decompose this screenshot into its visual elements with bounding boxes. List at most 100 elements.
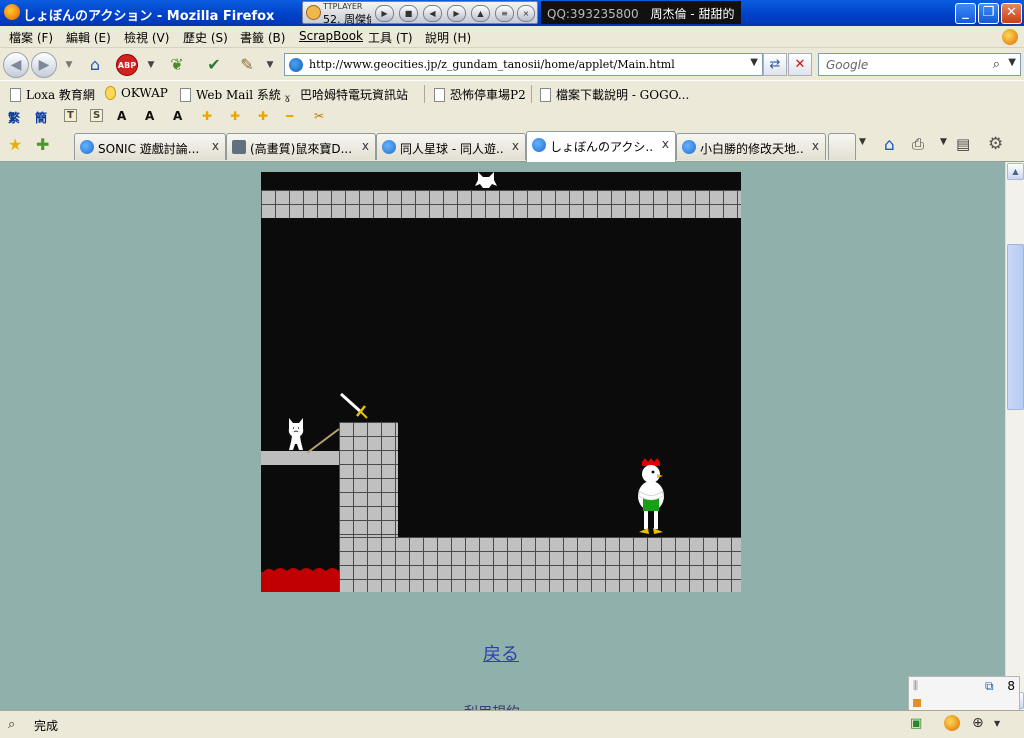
font-smaller-button[interactable]: A: [145, 109, 154, 123]
prev-icon[interactable]: ◀: [423, 5, 442, 22]
page-menu-icon[interactable]: ▤: [956, 135, 970, 153]
add-bookmark-icon[interactable]: ✚: [36, 135, 49, 154]
zoom-dropdown-icon[interactable]: ▼: [994, 719, 1000, 728]
okwap-icon: [105, 86, 116, 100]
url-dropdown-icon[interactable]: ▼: [750, 57, 758, 68]
menu-bookmarks[interactable]: 書籤 (B): [240, 29, 285, 46]
back-link[interactable]: 戻る: [483, 640, 519, 666]
tab-close-icon[interactable]: x: [812, 139, 819, 153]
tab-home-icon[interactable]: ⌂: [884, 135, 895, 155]
tab-favicon: [232, 140, 246, 154]
menu-view[interactable]: 檢視 (V): [124, 29, 169, 46]
t-button[interactable]: T: [64, 109, 77, 122]
terms-link[interactable]: 利用規約: [464, 702, 520, 710]
plus-t-icon[interactable]: ✚: [230, 109, 240, 123]
bookmark-separator: [424, 85, 425, 103]
scroll-thumb[interactable]: [1007, 244, 1024, 410]
tab-close-icon[interactable]: x: [662, 137, 669, 151]
tools-icon[interactable]: ✎: [236, 54, 258, 76]
tab-favicon: [532, 138, 546, 152]
search-box[interactable]: Google ⌕ ▼: [818, 53, 1021, 76]
search-icon[interactable]: ⌕: [993, 57, 1000, 72]
bookmark-item[interactable]: Loxa 教育網: [10, 86, 95, 103]
tools-dropdown-icon[interactable]: ▼: [259, 54, 281, 76]
bookmark-label: OKWAP: [121, 86, 168, 100]
play-icon[interactable]: ▶: [375, 5, 394, 22]
bookmark-label: 恐怖停車場P2: [450, 88, 526, 102]
s-button[interactable]: S: [90, 109, 104, 122]
home-icon[interactable]: ⌂: [84, 54, 106, 76]
reload-button[interactable]: ⇄: [763, 53, 787, 76]
maximize-button[interactable]: ❐: [978, 3, 999, 24]
stop-button[interactable]: ✕: [788, 53, 812, 76]
address-bar[interactable]: http://www.geocities.jp/z_gundam_tanosii…: [284, 53, 763, 76]
forward-button[interactable]: ▶: [31, 52, 57, 78]
tab-syobon[interactable]: しょぼんのアクシ... x: [526, 131, 676, 162]
minus-icon[interactable]: ━: [286, 109, 293, 123]
gear-icon[interactable]: ⚙: [988, 134, 1003, 154]
tab-sonic[interactable]: SONIC 遊戲討論... x: [74, 133, 226, 160]
tab-xiaobai[interactable]: 小白勝的修改天地... x: [676, 133, 826, 160]
search-input[interactable]: Google: [826, 58, 868, 72]
status-search-icon: ⌕: [8, 717, 16, 732]
adblock-icon[interactable]: ABP: [116, 54, 138, 76]
bookmark-item[interactable]: 恐怖停車場P2: [434, 86, 526, 103]
history-dropdown-icon[interactable]: ▼: [58, 54, 80, 76]
bookmark-item[interactable]: OKWAP: [105, 86, 168, 100]
minimize-button[interactable]: _: [955, 3, 976, 24]
tab-close-icon[interactable]: x: [362, 139, 369, 153]
adblock-dropdown-icon[interactable]: ▼: [140, 54, 162, 76]
print-icon[interactable]: ⎙: [912, 135, 924, 153]
stop-icon[interactable]: ■: [399, 5, 418, 22]
tab-empty[interactable]: [828, 133, 856, 160]
game-canvas[interactable]: [261, 172, 741, 592]
leaf-icon[interactable]: ❦: [166, 54, 188, 76]
search-dropdown-icon[interactable]: ▼: [1008, 57, 1016, 68]
font-reset-button[interactable]: A: [173, 109, 182, 123]
tab-close-icon[interactable]: x: [212, 139, 219, 153]
simplified-chinese-button[interactable]: 簡: [35, 109, 47, 126]
addon-icon[interactable]: ▣: [910, 716, 922, 731]
print-dropdown-icon[interactable]: ▼: [940, 137, 947, 147]
eject-icon[interactable]: ▲: [471, 5, 490, 22]
back-button[interactable]: ◀: [3, 52, 29, 78]
tab-doujin[interactable]: 同人星球 - 同人遊... x: [376, 133, 526, 160]
menu-icon[interactable]: ≡: [495, 5, 514, 22]
status-text: 完成: [34, 719, 59, 733]
bookmark-item[interactable]: Web Mail 系統: [180, 86, 281, 103]
broom-icon[interactable]: ✂: [314, 109, 324, 123]
tab-list-dropdown-icon[interactable]: ▼: [859, 137, 866, 147]
player-logo-icon: [306, 5, 321, 20]
plus-s-icon[interactable]: ✚: [258, 109, 268, 123]
star-icon[interactable]: ★: [8, 135, 22, 154]
firefox-status-icon[interactable]: [944, 715, 960, 731]
plus-icon[interactable]: ✚: [202, 109, 212, 123]
menu-history[interactable]: 歷史 (S): [183, 29, 228, 46]
bookmark-item[interactable]: 檔案下載說明 - GOGO...: [540, 86, 689, 103]
font-larger-button[interactable]: A: [117, 109, 126, 123]
scroll-up-icon[interactable]: ▲: [1007, 163, 1024, 180]
menu-tools[interactable]: 工具 (T): [368, 29, 413, 46]
traditional-chinese-button[interactable]: 繁: [8, 109, 20, 126]
player-close-icon[interactable]: ×: [517, 5, 535, 22]
menu-help[interactable]: 說明 (H): [425, 29, 471, 46]
zoom-icon[interactable]: ⊕: [972, 715, 984, 731]
window-title: しょぼんのアクション - Mozilla Firefox: [23, 9, 275, 24]
check-icon[interactable]: ✔: [203, 54, 225, 76]
menu-edit[interactable]: 編輯 (E): [66, 29, 111, 46]
bookmark-label: 巴哈姆特電玩資訊站: [300, 88, 409, 102]
url-text[interactable]: http://www.geocities.jp/z_gundam_tanosii…: [309, 58, 675, 71]
orange-indicator: [913, 699, 921, 707]
tab-close-icon[interactable]: x: [512, 139, 519, 153]
vertical-scrollbar[interactable]: ▲ ▼: [1005, 162, 1024, 710]
tower-bricks: [339, 422, 398, 537]
bookmark-label: Loxa 教育網: [26, 88, 95, 102]
tab-chipmunks[interactable]: (高畫質)鼠來寶D... x: [226, 133, 376, 160]
next-icon[interactable]: ▶: [447, 5, 466, 22]
cat-icon: [475, 172, 497, 188]
menu-file[interactable]: 檔案 (F): [9, 29, 53, 46]
menu-scrapbook[interactable]: ScrapBook: [299, 29, 363, 43]
bookmark-item[interactable]: ɤ 巴哈姆特電玩資訊站: [284, 86, 408, 105]
bookmark-separator: [531, 85, 532, 103]
close-button[interactable]: ✕: [1001, 3, 1022, 24]
